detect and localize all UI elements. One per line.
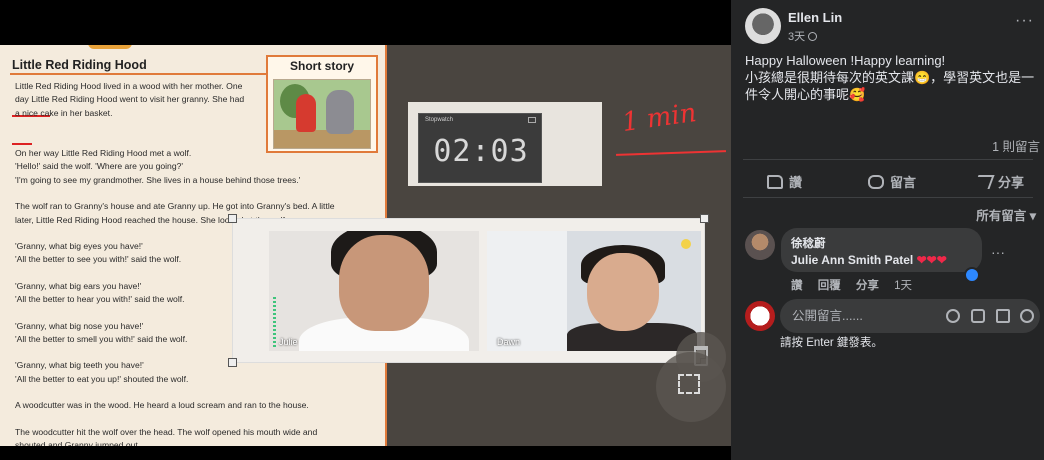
comment-share-link[interactable]: 分享 [856, 280, 879, 292]
short-story-label: Short story [289, 59, 354, 73]
title-underline [10, 73, 266, 75]
sticker-icon[interactable] [1020, 309, 1034, 323]
like-button[interactable]: 讚 [767, 172, 802, 191]
comment-time[interactable]: 1天 [894, 280, 912, 292]
comment-input[interactable] [792, 306, 912, 326]
story-paragraph: A woodcutter was in the wood. He heard a… [15, 400, 309, 411]
share-button[interactable]: 分享 [973, 172, 1025, 191]
commenter-avatar[interactable] [745, 230, 775, 260]
comment-button[interactable]: 留言 [868, 172, 916, 191]
lamp-icon [681, 239, 691, 249]
divider [743, 159, 1033, 160]
resize-handle[interactable] [228, 358, 237, 367]
camera-icon[interactable] [971, 309, 985, 323]
comment-like-link[interactable]: 讚 [791, 280, 803, 292]
author-avatar[interactable] [745, 8, 781, 44]
stopwatch-title: Stopwatch [425, 117, 454, 123]
comment-bubble: 徐稔蔚 Julie Ann Smith Patel ❤❤❤ [781, 228, 982, 272]
sort-label: 所有留言 [976, 209, 1027, 223]
maximize-icon[interactable] [528, 117, 536, 123]
like-label: 讚 [789, 175, 803, 190]
comment-sort-dropdown[interactable]: 所有留言 ▾ [976, 205, 1036, 224]
stopwatch-time: 02:03 [433, 134, 529, 169]
more-options-icon[interactable]: ··· [1015, 12, 1034, 30]
comment-count[interactable]: 1 則留言 [992, 136, 1040, 155]
mentioned-user[interactable]: Julie Ann Smith Patel [791, 253, 913, 267]
video-tile-teacher: Julie [269, 231, 479, 351]
resize-handle[interactable] [228, 214, 237, 223]
comment-author[interactable]: 徐稔蔚 [791, 235, 826, 251]
resize-handle[interactable] [700, 214, 709, 223]
microphone-icon [273, 297, 276, 347]
gif-icon[interactable] [996, 309, 1010, 323]
participant-name: Julie [279, 337, 298, 347]
story-paragraph: 'Granny, what big teeth you have!' 'All … [15, 360, 189, 384]
post-time-text[interactable]: 3天 [788, 31, 805, 43]
share-icon [973, 175, 995, 189]
post-author[interactable]: Ellen Lin [788, 10, 842, 25]
post-panel: Ellen Lin 3天 ··· Happy Halloween !Happy … [731, 0, 1044, 460]
handwritten-note: 1 min [620, 97, 699, 139]
comment-reply-link[interactable]: 回覆 [818, 280, 841, 292]
story-paragraph: Little Red Riding Hood lived in a wood w… [15, 81, 245, 118]
stopwatch-window: Stopwatch 02:03 [418, 113, 542, 183]
participant-face [587, 253, 659, 331]
comment-text: Julie Ann Smith Patel ❤❤❤ [791, 253, 947, 267]
comment-icon [868, 175, 884, 189]
post-time[interactable]: 3天 [788, 28, 818, 44]
globe-icon [808, 32, 818, 41]
viewer-avatar [745, 301, 775, 331]
divider [743, 197, 1033, 198]
composer-hint: 請按 Enter 鍵發表。 [780, 337, 883, 349]
participant-face [339, 235, 429, 331]
emoji-icon[interactable] [946, 309, 960, 323]
participant-name: Dawn [497, 337, 521, 347]
like-icon [767, 175, 783, 189]
selection-icon [678, 374, 700, 394]
handwritten-underline [615, 150, 727, 156]
comment-actions: 讚 回覆 分享 1天 [791, 277, 924, 293]
room-wall [487, 231, 567, 351]
comment-label: 留言 [890, 175, 917, 190]
shared-screen: Little Red Riding Hood Short story Littl… [0, 45, 731, 446]
document-title: Little Red Riding Hood [12, 58, 147, 72]
video-call-frame[interactable]: Julie Dawn [228, 214, 709, 367]
comment-more-icon[interactable]: ··· [991, 244, 1005, 260]
video-tile-student: Dawn [487, 231, 701, 351]
like-reaction-icon[interactable] [964, 267, 980, 283]
document-accent [88, 45, 132, 49]
story-paragraph: The woodcutter hit the wolf over the hea… [15, 426, 318, 446]
comment-composer[interactable] [780, 299, 1040, 333]
share-label: 分享 [998, 175, 1025, 190]
selection-button[interactable] [656, 352, 726, 422]
media-viewer: Little Red Riding Hood Short story Littl… [0, 0, 731, 460]
heart-emoji: ❤❤❤ [916, 253, 947, 267]
story-paragraph: On her way Little Red Riding Hood met a … [15, 148, 301, 185]
chevron-down-icon: ▾ [1029, 209, 1036, 223]
post-text: Happy Halloween !Happy learning! 小孩總是很期待… [745, 53, 1035, 102]
